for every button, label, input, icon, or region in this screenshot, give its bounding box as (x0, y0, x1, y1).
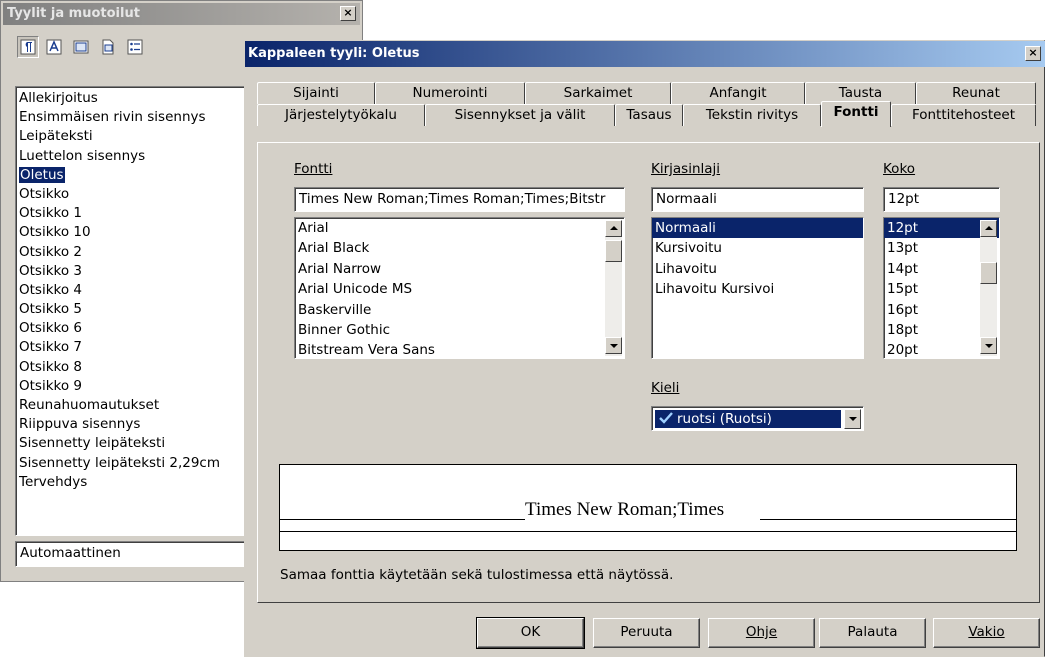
language-select-value: ruotsi (Ruotsi) (655, 410, 841, 428)
preview-divider (280, 531, 1017, 532)
size-list[interactable]: 12pt 13pt 14pt 15pt 16pt 18pt 20pt (883, 217, 1000, 359)
style-list-item-label: Otsikko 1 (19, 205, 82, 222)
language-label: Kieli (651, 380, 680, 396)
typeface-list-item[interactable]: Kursivoitu (652, 238, 863, 258)
font-name-list[interactable]: Arial Arial Black Arial Narrow Arial Unicod… (294, 217, 625, 359)
arrow-down-icon (610, 344, 618, 348)
style-list-item-label: Riippuva sisennys (19, 416, 141, 433)
page-styles-icon[interactable] (97, 36, 119, 58)
scroll-up-button[interactable] (605, 220, 622, 237)
style-list-item-label: Otsikko 9 (19, 377, 82, 394)
language-value: ruotsi (Ruotsi) (677, 411, 772, 427)
font-list-item[interactable]: Arial Unicode MS (295, 279, 624, 299)
chevron-down-icon (849, 417, 857, 421)
typeface-list-item[interactable]: Lihavoitu (652, 259, 863, 279)
style-list-item-label: Otsikko 10 (19, 224, 91, 241)
panel-titlebar[interactable]: Tyylit ja muotoilut × (3, 3, 360, 25)
frame-styles-icon[interactable] (70, 36, 92, 58)
dialog-title: Kappaleen tyyli: Oletus (248, 46, 420, 61)
tab-anfangit[interactable]: Anfangit (671, 82, 805, 104)
ok-button[interactable]: OK (476, 617, 585, 649)
panel-title: Tyylit ja muotoilut (7, 6, 140, 21)
tab-tasaus[interactable]: Tasaus (615, 104, 683, 126)
style-list-item-label: Leipäteksti (19, 128, 93, 145)
typeface-label: Kirjasinlaji (651, 161, 721, 177)
reset-button[interactable]: Palauta (819, 618, 926, 648)
style-filter-value: Automaattinen (20, 545, 121, 561)
tab-reunat[interactable]: Reunat (916, 82, 1036, 104)
font-name-input[interactable]: Times New Roman;Times Roman;Times;Bitstr (294, 187, 625, 212)
font-list-scrollbar[interactable] (605, 220, 622, 356)
size-list-scrollbar[interactable] (980, 220, 997, 356)
cancel-button[interactable]: Peruuta (593, 618, 700, 648)
style-list-item-label: Otsikko 7 (19, 339, 82, 356)
tab-sijainti[interactable]: Sijainti (257, 82, 375, 104)
style-list-item-label: Otsikko 4 (19, 281, 82, 298)
language-dropdown-button[interactable] (844, 409, 861, 429)
style-list-item-label: Otsikko 5 (19, 301, 82, 318)
panel-close-button[interactable]: × (340, 6, 356, 21)
font-label: Fontti (294, 161, 333, 177)
font-list-item[interactable]: Bitstream Vera Sans (295, 340, 624, 358)
style-list-item-label: Otsikko 6 (19, 320, 82, 337)
font-list-item[interactable]: Arial Narrow (295, 259, 624, 279)
style-list-item-label: Ensimmäisen rivin sisennys (19, 109, 206, 126)
font-list-item[interactable]: Arial Black (295, 238, 624, 258)
standard-button[interactable]: Vakio (933, 618, 1040, 648)
tab-tekstin-rivitys[interactable]: Tekstin rivitys (683, 104, 821, 126)
paragraph-styles-icon[interactable] (17, 36, 39, 58)
style-list-item-label: Otsikko 8 (19, 358, 82, 375)
style-list-item-label: Oletus (18, 165, 66, 184)
dialog-close-button[interactable]: × (1025, 46, 1041, 61)
tab-jarjestelytyokalu[interactable]: Järjestelytyökalu (257, 104, 425, 126)
scroll-thumb[interactable] (980, 262, 997, 284)
style-list-item-label: Luettelon sisennys (19, 147, 146, 164)
typeface-list-item[interactable]: Normaali (652, 218, 863, 239)
typeface-list[interactable]: Normaali Kursivoitu Lihavoitu Lihavoitu Kur… (651, 217, 864, 359)
preview-baseline-right (760, 519, 1017, 520)
preview-baseline-left (280, 519, 525, 520)
font-preview: Times New Roman;Times (279, 464, 1017, 551)
font-list-item[interactable]: Arial (295, 218, 624, 238)
size-input[interactable]: 12pt (883, 187, 1000, 212)
font-info-text: Samaa fonttia käytetään sekä tulostimess… (280, 567, 674, 583)
style-list-item-label: Otsikko 3 (19, 262, 82, 279)
style-list-item-label: Allekirjoitus (19, 90, 98, 106)
style-list-item-label: Tervehdys (19, 473, 88, 490)
scroll-down-button[interactable] (980, 337, 997, 354)
tab-numerointi[interactable]: Numerointi (375, 82, 525, 104)
arrow-up-icon (985, 226, 993, 230)
language-select[interactable]: ruotsi (Ruotsi) (651, 406, 864, 431)
spellcheck-icon (659, 412, 673, 424)
arrow-down-icon (985, 344, 993, 348)
tab-fontti[interactable]: Fontti (821, 101, 891, 127)
style-list-item-label: Sisennetty leipäteksti (19, 435, 166, 452)
style-list-item-label: Otsikko (19, 185, 70, 202)
font-list-item[interactable]: Binner Gothic (295, 320, 624, 340)
paragraph-style-dialog: Kappaleen tyyli: Oletus × Sijainti Numer… (244, 40, 1045, 657)
style-list-item-label: Otsikko 2 (19, 243, 82, 260)
size-label: Koko (883, 161, 916, 177)
font-list-item[interactable]: Baskerville (295, 300, 624, 320)
dialog-titlebar[interactable]: Kappaleen tyyli: Oletus × (245, 41, 1045, 67)
preview-text: Times New Roman;Times (525, 499, 725, 520)
list-styles-icon[interactable] (124, 36, 146, 58)
style-list-item-label: Reunahuomautukset (19, 397, 160, 413)
scroll-down-button[interactable] (605, 337, 622, 354)
style-list-item-label: Sisennetty leipäteksti 2,29cm (19, 454, 221, 471)
typeface-list-item[interactable]: Lihavoitu Kursivoi (652, 279, 863, 299)
tab-fonttitehosteet[interactable]: Fonttitehosteet (891, 104, 1036, 126)
character-styles-icon[interactable] (43, 36, 65, 58)
tab-sisennykset-ja-valit[interactable]: Sisennykset ja välit (425, 104, 615, 126)
typeface-input[interactable]: Normaali (651, 187, 864, 212)
help-button[interactable]: Ohje (708, 618, 815, 648)
scroll-up-button[interactable] (980, 220, 997, 237)
arrow-up-icon (610, 226, 618, 230)
tab-sarkaimet[interactable]: Sarkaimet (525, 82, 671, 104)
scroll-thumb[interactable] (605, 240, 622, 262)
